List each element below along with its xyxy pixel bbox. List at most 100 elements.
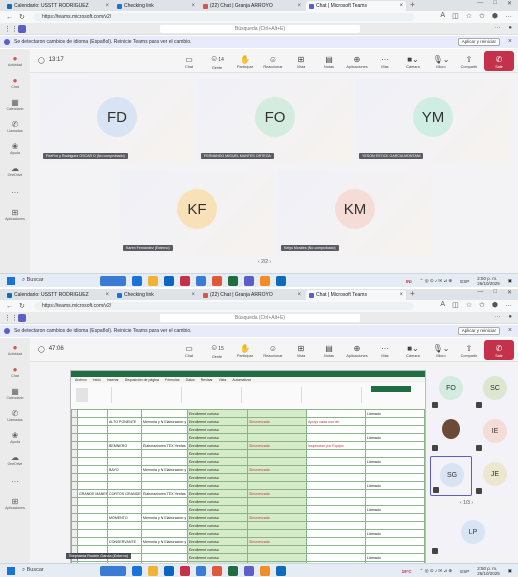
widget-icon[interactable] [100,276,126,286]
table-cell[interactable] [247,433,307,442]
table-cell[interactable]: Llamado [365,409,425,418]
teams-icon[interactable] [244,566,254,576]
rail-item-calendar[interactable]: ▦ Calendario [0,93,30,115]
participant-tile[interactable]: LP [430,512,516,556]
notes-button[interactable]: ▤ Notas [316,340,342,360]
windows-start-icon[interactable] [7,277,15,285]
star-icon[interactable]: ☆ [466,301,472,309]
share-button[interactable]: ⇧ Compartir [456,51,482,71]
apps-button[interactable]: ⊕ Aplicaciones [344,340,370,360]
star-icon[interactable]: ☆ [466,12,472,20]
notification-icon[interactable]: ▣ [508,568,512,574]
minimize-icon[interactable]: — [477,289,483,296]
table-cell[interactable] [306,553,366,562]
favorites-icon[interactable]: ✩ [479,12,485,20]
search-input[interactable]: Búsqueda (Ctrl+Alt+E) [160,25,360,33]
pagination[interactable]: ‹ 1/3 › [460,500,473,506]
rail-item-onedrive[interactable]: ☁ OneDrive [0,448,30,470]
maximize-icon[interactable]: □ [493,289,497,296]
table-cell[interactable] [306,473,366,482]
table-cell[interactable] [141,497,188,506]
table-cell[interactable]: Enrollment curioso [187,537,248,546]
table-cell[interactable] [107,457,142,466]
table-cell[interactable] [141,433,188,442]
close-icon[interactable]: × [105,3,109,9]
table-cell[interactable]: Inspeccion por Equipo [306,441,366,450]
rail-item-chat[interactable]: ● Chat [0,360,30,382]
table-cell[interactable]: Enrollment curioso [187,425,248,434]
table-cell[interactable]: Memoria y N Elaboración y 1 Registro II [141,513,188,522]
table-cell[interactable] [306,497,366,506]
apply-restart-button[interactable]: Aplicar y reiniciar [457,327,500,335]
table-cell[interactable]: Enrollment curioso [187,513,248,522]
table-cell[interactable] [306,513,366,522]
table-cell[interactable] [77,417,108,426]
close-icon[interactable]: × [399,3,403,9]
share-button[interactable]: ⇧ Compartir [456,340,482,360]
more-icon[interactable]: … [505,301,512,309]
table-cell[interactable]: Enrollment curioso [187,465,248,474]
close-window-icon[interactable]: ✕ [507,289,512,296]
table-cell[interactable] [365,417,425,426]
explorer-icon[interactable] [148,566,158,576]
leave-button[interactable]: ✆ Salir [484,51,514,71]
people-button[interactable]: ☺15 Gente [204,340,230,360]
edge-icon[interactable] [164,566,174,576]
more-button[interactable]: ··· Más [372,51,398,71]
table-cell[interactable] [107,409,142,418]
read-icon[interactable]: A [440,301,445,309]
rail-item-calls[interactable]: ✆ Llamadas [0,115,30,137]
search-input[interactable]: Búsqueda (Ctrl+Alt+E) [160,314,360,322]
weather-widget[interactable]: INI [406,279,412,284]
table-cell[interactable] [77,497,108,506]
clock[interactable]: 2:50 p. m. 26/10/2025 [477,276,500,286]
tray-icons[interactable]: ⌃ ◎ ⊙ ♪ ✉ ⊿ ⊕ [420,278,453,284]
participant-tile[interactable]: KF Karen Fernandez (Externo) [120,171,274,255]
table-cell[interactable] [141,473,188,482]
table-cell[interactable] [365,465,425,474]
table-cell[interactable] [141,481,188,490]
rail-item-more[interactable]: ··· [0,470,30,492]
table-cell[interactable]: Enrollment curioso [187,521,248,530]
taskview-icon[interactable] [132,566,142,576]
table-cell[interactable] [77,521,108,530]
table-cell[interactable]: Sincronizado [247,465,307,474]
table-cell[interactable]: Enrollment curioso [187,529,248,538]
close-icon[interactable]: × [105,292,109,298]
share-excel-button[interactable] [371,386,411,392]
participant-tile[interactable]: KM Kelys Morales (No comprobado) [278,171,432,255]
table-cell[interactable] [107,529,142,538]
leave-button[interactable]: ✆ Salir [484,340,514,360]
table-cell[interactable] [306,521,366,530]
table-cell[interactable] [306,545,366,554]
table-cell[interactable] [77,465,108,474]
rail-item-activity[interactable]: ● Actividad [0,338,30,360]
table-cell[interactable] [306,409,366,418]
table-cell[interactable]: Enrollment curioso [187,497,248,506]
chat-button[interactable]: ▭ Chat [176,340,202,360]
table-cell[interactable]: Sincronizado [247,417,307,426]
rail-item-calls[interactable]: ✆ Llamadas [0,404,30,426]
browser-tab[interactable]: (22) Chat | Granja ARROYO × [200,290,304,300]
participant-tile[interactable]: JE [474,456,516,496]
table-cell[interactable] [141,529,188,538]
table-cell[interactable] [77,481,108,490]
shared-screen-excel[interactable]: Archivo Inicio Insertar Disposición de p… [70,370,426,577]
participant-tile[interactable]: FD FireFox y Rodriguez OSCAR D (No compr… [40,79,194,163]
table-cell[interactable] [306,449,366,458]
split-icon[interactable]: ◫ [452,12,459,20]
camera-button[interactable]: ■⌄ Cámara [400,51,426,71]
spreadsheet-grid[interactable]: Enrollment curioso Llamado ALTO PONENTE Mem… [71,409,425,577]
browser-tab[interactable]: Checking link × [114,1,198,11]
table-cell[interactable]: Llamado [365,505,425,514]
table-cell[interactable]: Enrollment curioso [187,409,248,418]
table-cell[interactable] [306,537,366,546]
table-cell[interactable] [107,481,142,490]
table-cell[interactable] [107,449,142,458]
raise-hand-button[interactable]: ✋ Participar [232,51,258,71]
table-cell[interactable] [107,433,142,442]
app-icon[interactable] [260,276,270,286]
table-cell[interactable] [306,465,366,474]
more-icon[interactable]: … [505,12,512,20]
table-cell[interactable]: Elaboraciones TEX Ventas [141,489,188,498]
